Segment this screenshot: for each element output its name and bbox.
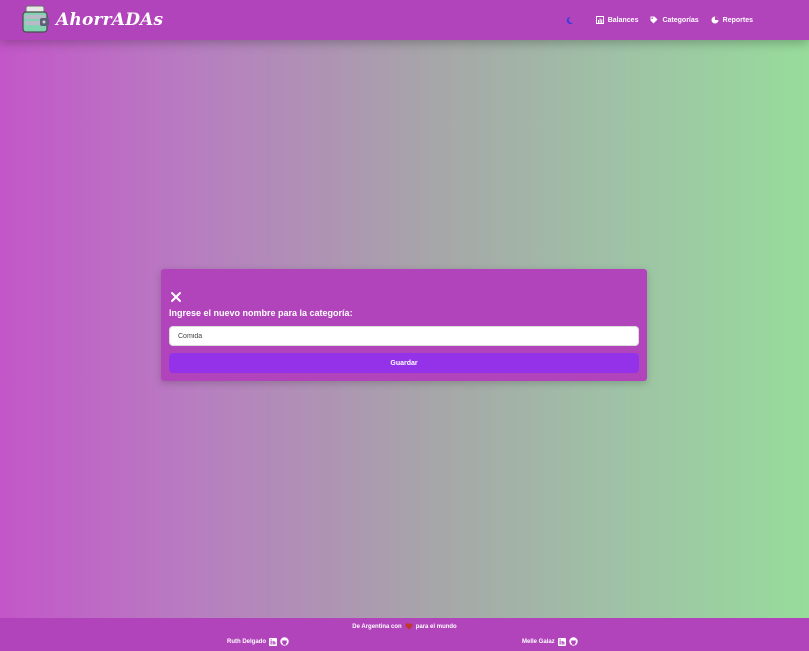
footer: De Argentina con para el mundo Ruth Delg… [0,618,809,651]
moon-icon[interactable] [565,16,574,25]
nav-menu: Balances Categorías Reportes [565,0,753,40]
navbar: AhorrADAs Balances Categorías Reportes [0,0,809,40]
nav-item-label: Categorías [662,16,699,24]
author-name: Melle Galaz [522,638,555,645]
tagline-end: para el mundo [415,623,457,630]
brand[interactable]: AhorrADAs [22,4,163,36]
tagline-start: De Argentina con [352,623,402,630]
modal-title: Ingrese el nuevo nombre para la categorí… [169,308,353,318]
author-melle: Melle Galaz [522,637,578,646]
edit-category-modal: Ingrese el nuevo nombre para la categorí… [161,269,647,381]
author-ruth: Ruth Delgado [227,637,289,646]
github-icon[interactable] [568,637,578,646]
heart-icon [405,623,413,630]
nav-item-balances[interactable]: Balances [595,16,639,24]
close-icon[interactable] [170,290,182,302]
linkedin-icon[interactable] [557,637,566,646]
brand-name: AhorrADAs [56,10,164,30]
linkedin-icon[interactable] [269,637,277,646]
wallet-logo [22,4,50,36]
author-name: Ruth Delgado [227,638,266,645]
nav-item-label: Reportes [722,16,753,24]
nav-item-reportes[interactable]: Reportes [711,16,753,24]
nav-item-label: Balances [607,16,639,24]
chart-icon [595,16,604,24]
footer-tagline: De Argentina con para el mundo [0,623,809,630]
github-icon[interactable] [280,637,289,646]
nav-item-categorias[interactable]: Categorías [650,16,699,24]
category-name-input[interactable] [169,326,639,346]
tag-icon [650,16,658,24]
pie-chart-icon [711,16,719,24]
save-button[interactable]: Guardar [169,353,639,373]
